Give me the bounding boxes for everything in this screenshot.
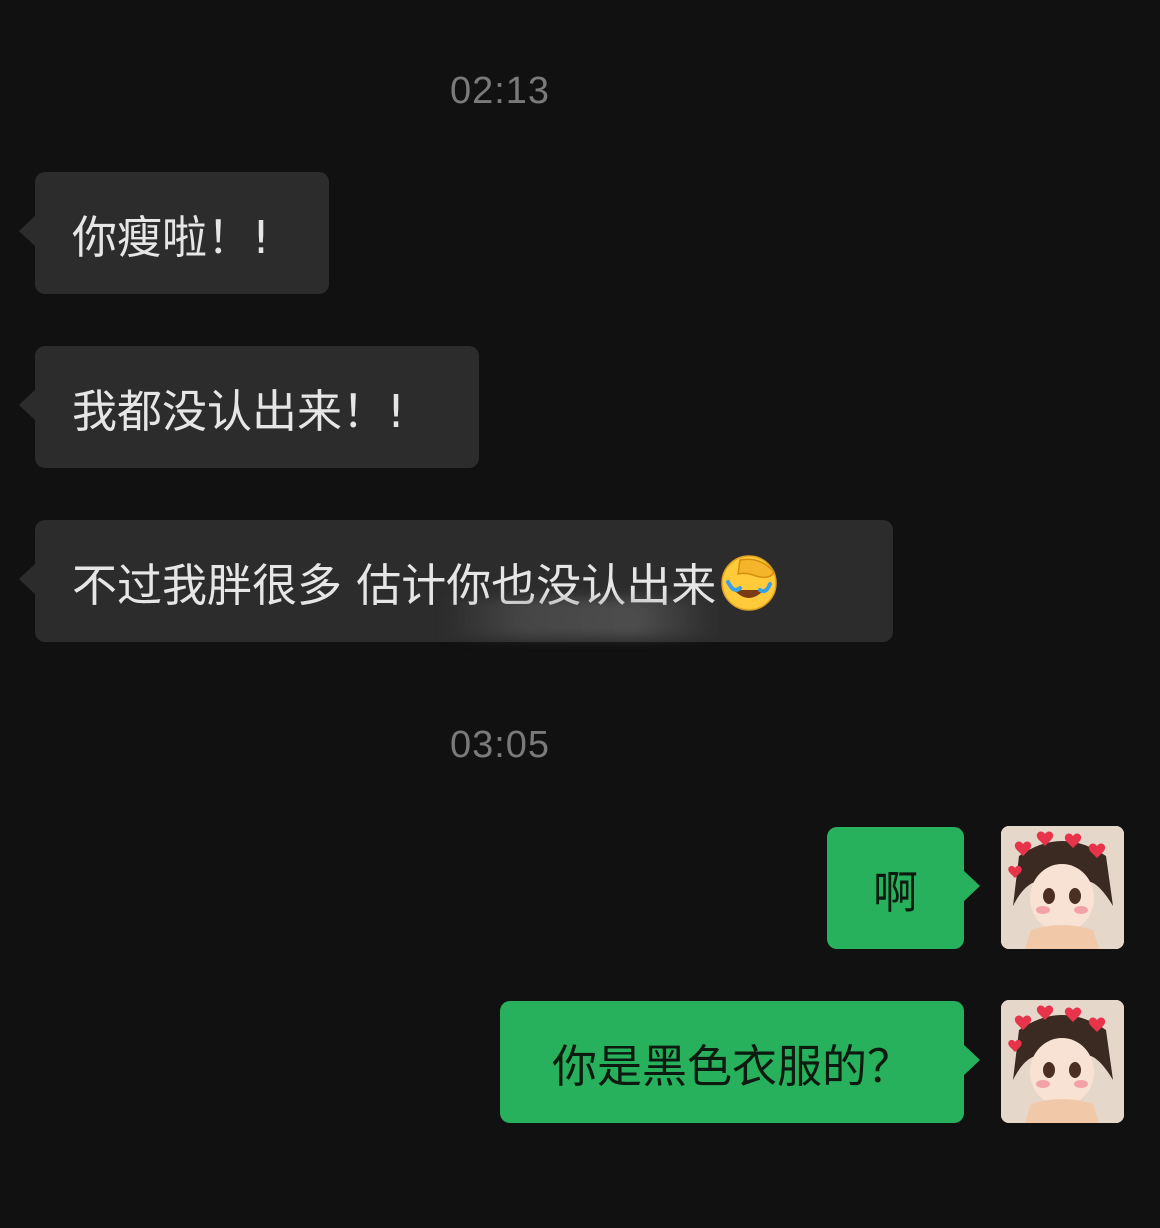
message-text: 你是黑色衣服的？ bbox=[551, 1039, 912, 1093]
timestamp-0213: 02:13 bbox=[449, 70, 551, 112]
outgoing-message-2[interactable]: 你是黑色衣服的？ bbox=[500, 1001, 980, 1123]
timestamp-0305: 03:05 bbox=[449, 724, 551, 766]
blurred-text-overlay bbox=[440, 598, 720, 638]
message-text: 你瘦啦！! bbox=[72, 210, 271, 264]
message-text: 啊 bbox=[872, 865, 918, 919]
user-avatar[interactable] bbox=[1001, 826, 1124, 949]
facepalm-laughing-emoji bbox=[720, 554, 778, 612]
incoming-message-2[interactable]: 我都没认出来！! bbox=[19, 346, 479, 468]
outgoing-message-1[interactable]: 啊 bbox=[827, 827, 980, 949]
incoming-message-1[interactable]: 你瘦啦！! bbox=[19, 172, 329, 294]
user-avatar[interactable] bbox=[1001, 1000, 1124, 1123]
message-text: 我都没认出来！! bbox=[72, 384, 406, 438]
